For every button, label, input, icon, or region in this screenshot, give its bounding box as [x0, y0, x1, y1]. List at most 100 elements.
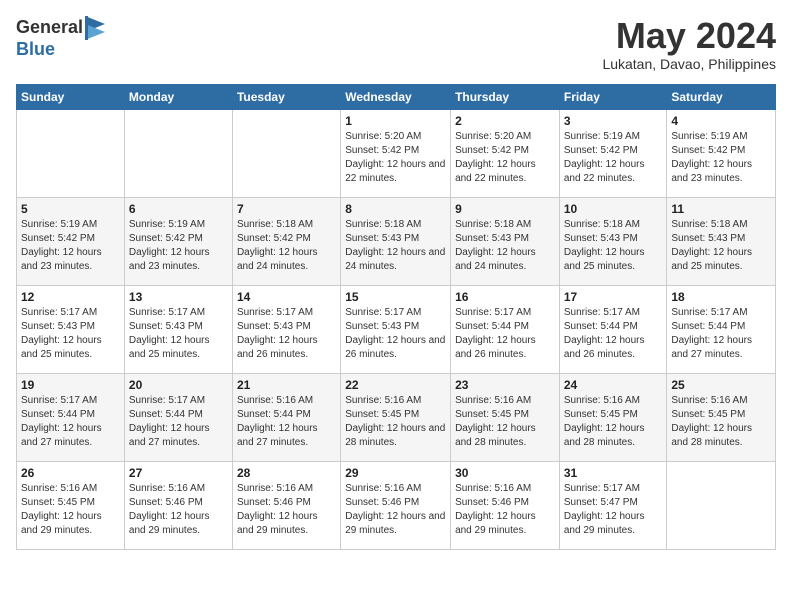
- day-info: Sunrise: 5:17 AM Sunset: 5:43 PM Dayligh…: [21, 306, 120, 362]
- calendar-table: SundayMondayTuesdayWednesdayThursdayFrid…: [16, 84, 776, 550]
- day-number: 12: [21, 290, 120, 304]
- calendar-cell: 31 Sunrise: 5:17 AM Sunset: 5:47 PM Dayli…: [559, 461, 667, 549]
- day-number: 23: [455, 378, 555, 392]
- calendar-cell: 8Sunrise: 5:18 AM Sunset: 5:43 PM Daylig…: [341, 197, 451, 285]
- day-info: Sunrise: 5:16 AM Sunset: 5:46 PM Dayligh…: [129, 482, 228, 538]
- day-number: 29: [345, 466, 446, 480]
- day-info: Sunrise: 5:17 AM Sunset: 5:43 PM Dayligh…: [129, 306, 228, 362]
- day-number: 25: [671, 378, 771, 392]
- day-number: 21: [237, 378, 336, 392]
- calendar-cell: 20 Sunrise: 5:17 AM Sunset: 5:44 PM Dayli…: [124, 373, 232, 461]
- calendar-cell: 5Sunrise: 5:19 AM Sunset: 5:42 PM Daylig…: [17, 197, 125, 285]
- location-subtitle: Lukatan, Davao, Philippines: [602, 56, 776, 72]
- day-number: 10: [564, 202, 663, 216]
- calendar-day-header: Monday: [124, 84, 232, 109]
- calendar-cell: 25 Sunrise: 5:16 AM Sunset: 5:45 PM Dayli…: [667, 373, 776, 461]
- day-info: Sunrise: 5:17 AM Sunset: 5:43 PM Dayligh…: [237, 306, 336, 362]
- logo-flag-icon: [85, 16, 105, 40]
- calendar-cell: 1Sunrise: 5:20 AM Sunset: 5:42 PM Daylig…: [341, 109, 451, 197]
- day-number: 11: [671, 202, 771, 216]
- calendar-day-header: Friday: [559, 84, 667, 109]
- calendar-cell: 23 Sunrise: 5:16 AM Sunset: 5:45 PM Dayli…: [451, 373, 560, 461]
- day-info: Sunrise: 5:17 AM Sunset: 5:44 PM Dayligh…: [564, 306, 663, 362]
- day-number: 20: [129, 378, 228, 392]
- day-info: Sunrise: 5:16 AM Sunset: 5:46 PM Dayligh…: [455, 482, 555, 538]
- day-number: 30: [455, 466, 555, 480]
- day-number: 18: [671, 290, 771, 304]
- day-number: 17: [564, 290, 663, 304]
- day-info: Sunrise: 5:18 AM Sunset: 5:43 PM Dayligh…: [455, 218, 555, 274]
- calendar-cell: 14 Sunrise: 5:17 AM Sunset: 5:43 PM Dayli…: [232, 285, 340, 373]
- calendar-cell: 18 Sunrise: 5:17 AM Sunset: 5:44 PM Dayli…: [667, 285, 776, 373]
- day-info: Sunrise: 5:18 AM Sunset: 5:42 PM Dayligh…: [237, 218, 336, 274]
- calendar-cell: 6 Sunrise: 5:19 AM Sunset: 5:42 PM Daylig…: [124, 197, 232, 285]
- calendar-cell: 2 Sunrise: 5:20 AM Sunset: 5:42 PM Daylig…: [451, 109, 560, 197]
- day-info: Sunrise: 5:18 AM Sunset: 5:43 PM Dayligh…: [564, 218, 663, 274]
- day-number: 24: [564, 378, 663, 392]
- day-info: Sunrise: 5:17 AM Sunset: 5:43 PM Dayligh…: [345, 306, 446, 362]
- calendar-cell: [232, 109, 340, 197]
- day-number: 14: [237, 290, 336, 304]
- calendar-cell: 11Sunrise: 5:18 AM Sunset: 5:43 PM Dayli…: [667, 197, 776, 285]
- day-number: 22: [345, 378, 446, 392]
- calendar-cell: 4Sunrise: 5:19 AM Sunset: 5:42 PM Daylig…: [667, 109, 776, 197]
- page-header: General Blue May 2024 Lukatan, Davao, Ph…: [16, 16, 776, 72]
- day-number: 1: [345, 114, 446, 128]
- day-info: Sunrise: 5:16 AM Sunset: 5:45 PM Dayligh…: [671, 394, 771, 450]
- calendar-cell: 19Sunrise: 5:17 AM Sunset: 5:44 PM Dayli…: [17, 373, 125, 461]
- calendar-day-header: Thursday: [451, 84, 560, 109]
- day-info: Sunrise: 5:16 AM Sunset: 5:45 PM Dayligh…: [345, 394, 446, 450]
- day-number: 3: [564, 114, 663, 128]
- day-info: Sunrise: 5:16 AM Sunset: 5:45 PM Dayligh…: [455, 394, 555, 450]
- day-info: Sunrise: 5:16 AM Sunset: 5:45 PM Dayligh…: [564, 394, 663, 450]
- calendar-cell: [17, 109, 125, 197]
- calendar-week-row: 19Sunrise: 5:17 AM Sunset: 5:44 PM Dayli…: [17, 373, 776, 461]
- day-info: Sunrise: 5:19 AM Sunset: 5:42 PM Dayligh…: [21, 218, 120, 274]
- calendar-cell: 24 Sunrise: 5:16 AM Sunset: 5:45 PM Dayli…: [559, 373, 667, 461]
- calendar-cell: 9 Sunrise: 5:18 AM Sunset: 5:43 PM Daylig…: [451, 197, 560, 285]
- title-area: May 2024 Lukatan, Davao, Philippines: [602, 16, 776, 72]
- calendar-week-row: 26Sunrise: 5:16 AM Sunset: 5:45 PM Dayli…: [17, 461, 776, 549]
- day-info: Sunrise: 5:17 AM Sunset: 5:44 PM Dayligh…: [671, 306, 771, 362]
- day-info: Sunrise: 5:16 AM Sunset: 5:46 PM Dayligh…: [345, 482, 446, 538]
- day-number: 7: [237, 202, 336, 216]
- logo: General Blue: [16, 16, 105, 60]
- calendar-week-row: 12 Sunrise: 5:17 AM Sunset: 5:43 PM Dayli…: [17, 285, 776, 373]
- day-info: Sunrise: 5:20 AM Sunset: 5:42 PM Dayligh…: [455, 130, 555, 186]
- day-info: Sunrise: 5:19 AM Sunset: 5:42 PM Dayligh…: [129, 218, 228, 274]
- calendar-cell: 15Sunrise: 5:17 AM Sunset: 5:43 PM Dayli…: [341, 285, 451, 373]
- day-info: Sunrise: 5:17 AM Sunset: 5:44 PM Dayligh…: [129, 394, 228, 450]
- day-info: Sunrise: 5:17 AM Sunset: 5:47 PM Dayligh…: [564, 482, 663, 538]
- calendar-header-row: SundayMondayTuesdayWednesdayThursdayFrid…: [17, 84, 776, 109]
- calendar-day-header: Saturday: [667, 84, 776, 109]
- day-info: Sunrise: 5:18 AM Sunset: 5:43 PM Dayligh…: [345, 218, 446, 274]
- day-info: Sunrise: 5:16 AM Sunset: 5:46 PM Dayligh…: [237, 482, 336, 538]
- calendar-day-header: Tuesday: [232, 84, 340, 109]
- calendar-week-row: 1 Sunrise: 5:20 AM Sunset: 5:42 PM Daylig…: [17, 109, 776, 197]
- calendar-cell: 22 Sunrise: 5:16 AM Sunset: 5:45 PM Dayli…: [341, 373, 451, 461]
- day-number: 27: [129, 466, 228, 480]
- day-info: Sunrise: 5:17 AM Sunset: 5:44 PM Dayligh…: [455, 306, 555, 362]
- calendar-day-header: Wednesday: [341, 84, 451, 109]
- calendar-cell: 29 Sunrise: 5:16 AM Sunset: 5:46 PM Dayli…: [341, 461, 451, 549]
- calendar-cell: 10 Sunrise: 5:18 AM Sunset: 5:43 PM Dayli…: [559, 197, 667, 285]
- calendar-cell: 30 Sunrise: 5:16 AM Sunset: 5:46 PM Dayli…: [451, 461, 560, 549]
- day-number: 2: [455, 114, 555, 128]
- logo-blue: Blue: [16, 39, 55, 59]
- day-number: 28: [237, 466, 336, 480]
- logo-general: General: [16, 18, 83, 38]
- day-number: 9: [455, 202, 555, 216]
- day-info: Sunrise: 5:19 AM Sunset: 5:42 PM Dayligh…: [564, 130, 663, 186]
- day-info: Sunrise: 5:19 AM Sunset: 5:42 PM Dayligh…: [671, 130, 771, 186]
- day-number: 13: [129, 290, 228, 304]
- calendar-cell: 3 Sunrise: 5:19 AM Sunset: 5:42 PM Daylig…: [559, 109, 667, 197]
- calendar-cell: 17 Sunrise: 5:17 AM Sunset: 5:44 PM Dayli…: [559, 285, 667, 373]
- calendar-cell: 28 Sunrise: 5:16 AM Sunset: 5:46 PM Dayli…: [232, 461, 340, 549]
- day-number: 26: [21, 466, 120, 480]
- day-number: 6: [129, 202, 228, 216]
- calendar-cell: 27 Sunrise: 5:16 AM Sunset: 5:46 PM Dayli…: [124, 461, 232, 549]
- calendar-cell: 21Sunrise: 5:16 AM Sunset: 5:44 PM Dayli…: [232, 373, 340, 461]
- day-info: Sunrise: 5:17 AM Sunset: 5:44 PM Dayligh…: [21, 394, 120, 450]
- day-number: 31: [564, 466, 663, 480]
- calendar-cell: 26Sunrise: 5:16 AM Sunset: 5:45 PM Dayli…: [17, 461, 125, 549]
